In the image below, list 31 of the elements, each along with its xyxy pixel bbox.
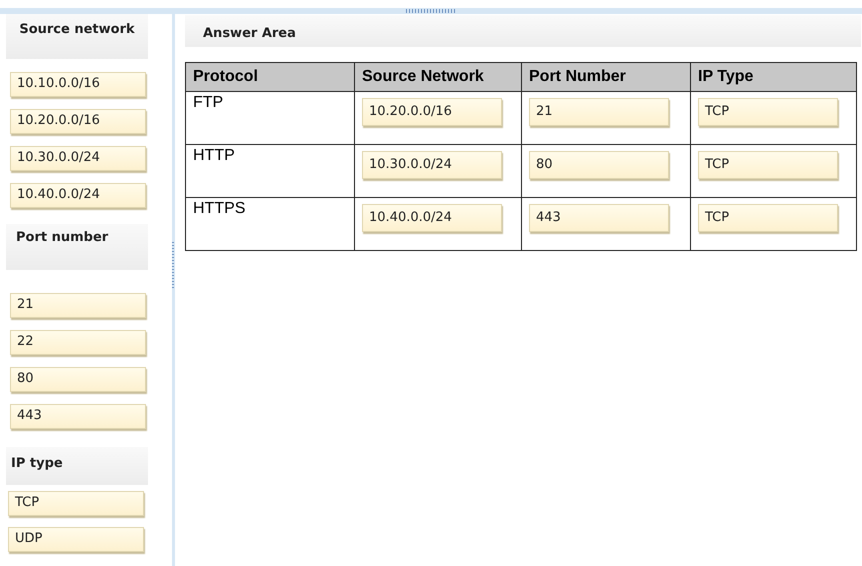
column-header: Source Network bbox=[354, 62, 522, 92]
drag-tile[interactable]: TCP bbox=[8, 491, 144, 516]
table-cell: HTTPS bbox=[186, 198, 354, 250]
drag-tile[interactable]: 80 bbox=[10, 367, 146, 392]
answer-tile[interactable]: 10.20.0.0/16 bbox=[362, 98, 502, 126]
drag-tile[interactable]: 10.40.0.0/24 bbox=[10, 183, 146, 208]
answer-tile[interactable]: 80 bbox=[529, 151, 669, 179]
group-title: Source network bbox=[19, 22, 135, 37]
drag-tile[interactable]: 10.30.0.0/24 bbox=[10, 146, 146, 171]
answer-area-title: Answer Area bbox=[203, 26, 296, 41]
column-header: Port Number bbox=[522, 62, 690, 92]
drag-tile[interactable]: 21 bbox=[10, 293, 146, 318]
drag-tile[interactable]: UDP bbox=[8, 527, 144, 552]
drag-tile[interactable]: 22 bbox=[10, 330, 146, 355]
group-title: Port number bbox=[16, 230, 108, 245]
answer-tile[interactable]: 10.40.0.0/24 bbox=[362, 204, 502, 232]
answer-tile[interactable]: 21 bbox=[529, 98, 669, 126]
drag-tile[interactable]: 10.10.0.0/16 bbox=[10, 72, 146, 97]
table-cell: FTP bbox=[186, 92, 354, 144]
group-title: IP type bbox=[11, 456, 63, 471]
table-cell: HTTP bbox=[186, 144, 354, 198]
answer-tile[interactable]: TCP bbox=[698, 204, 838, 232]
grip-icon[interactable] bbox=[406, 9, 456, 13]
answer-tile[interactable]: TCP bbox=[698, 151, 838, 179]
drag-tile[interactable]: 443 bbox=[10, 404, 146, 429]
column-header: Protocol bbox=[186, 62, 354, 92]
answer-tile[interactable]: 443 bbox=[529, 204, 669, 232]
answer-tile[interactable]: TCP bbox=[698, 98, 838, 126]
drag-tile[interactable]: 10.20.0.0/16 bbox=[10, 109, 146, 134]
answer-tile[interactable]: 10.30.0.0/24 bbox=[362, 151, 502, 179]
column-header: IP Type bbox=[690, 62, 856, 92]
